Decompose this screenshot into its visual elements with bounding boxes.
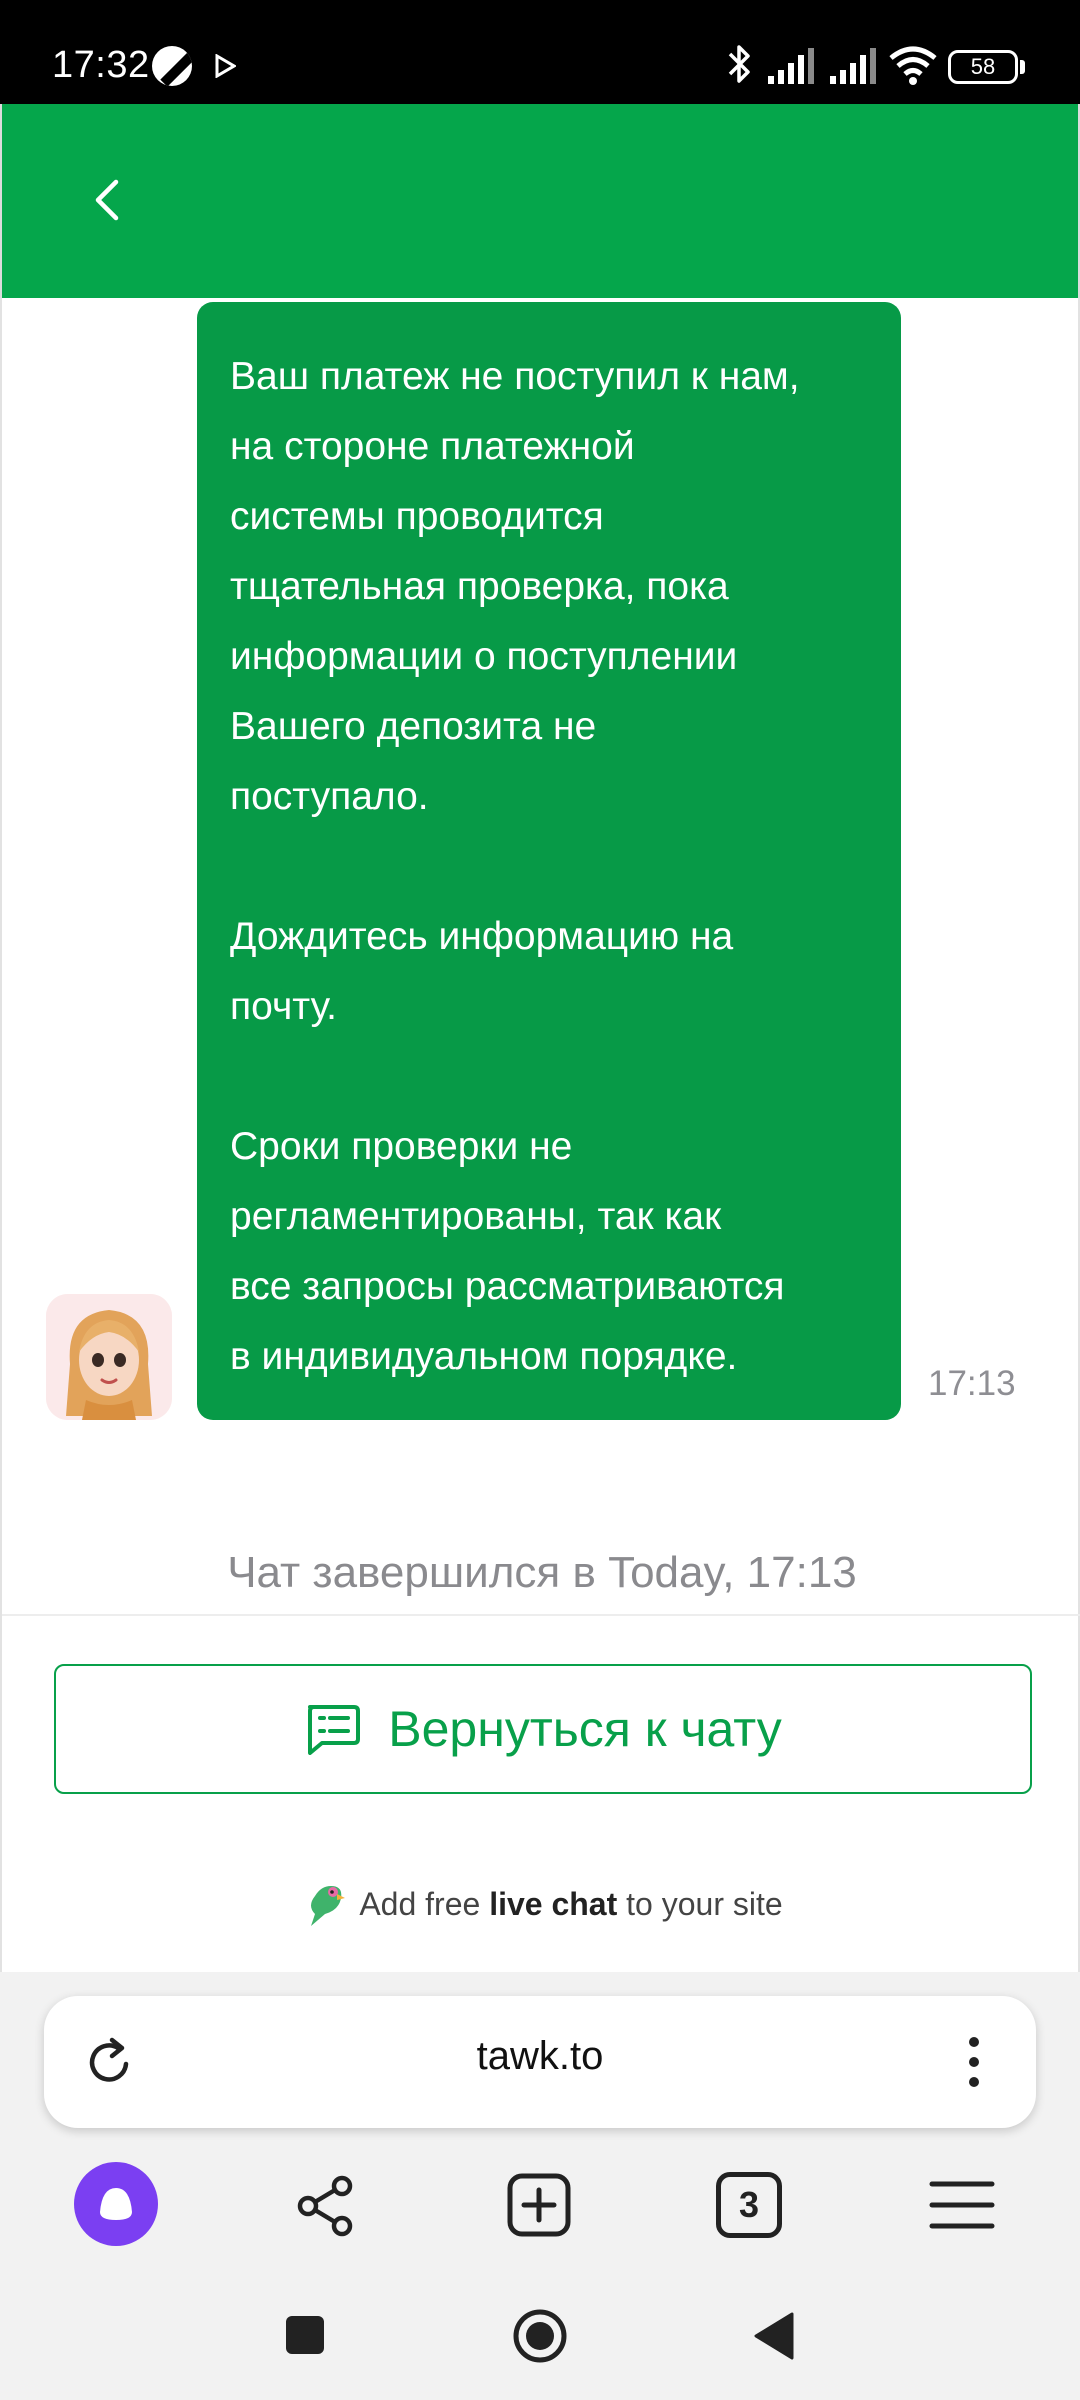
tawk-promo-link[interactable]: Add free live chat to your site [2, 1880, 1080, 1928]
alice-logo-icon [100, 2188, 132, 2220]
media-play-icon [215, 54, 236, 78]
message-paragraph-3: Сроки проверки не регламентированы, так … [230, 1125, 785, 1378]
return-to-chat-button[interactable]: Вернуться к чату [54, 1664, 1032, 1794]
url-text: tawk.to [476, 2034, 604, 2078]
system-back-button[interactable] [752, 2310, 796, 2362]
more-options-icon[interactable] [962, 2032, 986, 2092]
chat-ended-notice: Чат завершился в Today, 17:13 [227, 1548, 857, 1597]
home-button[interactable] [512, 2308, 568, 2364]
new-tab-icon[interactable] [506, 2172, 572, 2238]
hamburger-menu-icon[interactable] [928, 2178, 996, 2232]
bluetooth-icon [728, 45, 750, 83]
chat-icon [308, 1705, 361, 1755]
agent-avatar [46, 1294, 172, 1420]
back-button[interactable] [72, 160, 136, 240]
message-paragraph-2: Дождитесь информацию на почту. [230, 915, 734, 1028]
promo-prefix: Add free [359, 1885, 481, 1922]
agent-message-bubble: Ваш платеж не поступил к нам, на стороне… [197, 302, 901, 1420]
promo-suffix: to your site [626, 1885, 783, 1922]
battery-icon: 58 [948, 50, 1018, 84]
divider [2, 1614, 1080, 1616]
tabs-counter-button[interactable]: 3 [716, 2172, 782, 2238]
battery-level: 58 [970, 54, 996, 79]
status-bar: 17:32 58 [0, 0, 1080, 104]
tabs-count: 3 [738, 2184, 760, 2225]
promo-bold: live chat [489, 1885, 618, 1922]
avatar-illustration-icon [46, 1294, 172, 1420]
status-time: 17:32 [52, 44, 150, 86]
do-not-disturb-icon [152, 46, 192, 86]
return-to-chat-label: Вернуться к чату [388, 1701, 782, 1757]
signal-icon [768, 48, 814, 84]
share-icon[interactable] [294, 2174, 358, 2238]
parrot-logo-icon [311, 1886, 346, 1926]
address-bar[interactable]: tawk.to [44, 1996, 1036, 2128]
message-paragraph-1: Ваш платеж не поступил к нам, на стороне… [230, 355, 800, 818]
chat-area: Ваш платеж не поступил к нам, на стороне… [0, 298, 1080, 1972]
alice-assistant-icon[interactable] [74, 2162, 158, 2246]
message-time: 17:13 [928, 1364, 1016, 1403]
signal-icon-2 [830, 48, 876, 84]
wifi-icon [889, 46, 937, 85]
battery-nub [1020, 60, 1025, 74]
chat-header [0, 104, 1080, 298]
recent-apps-button[interactable] [286, 2316, 324, 2354]
